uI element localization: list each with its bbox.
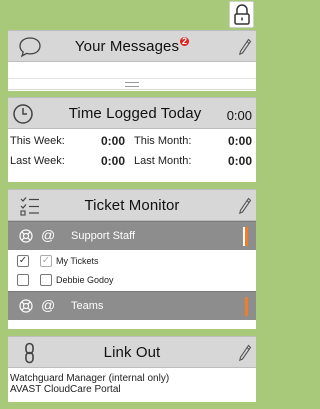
this-week-label: This Week: [10,135,65,147]
pencil-icon[interactable] [238,344,252,362]
pencil-icon[interactable] [238,38,252,56]
messages-list [8,62,256,90]
pencil-icon[interactable] [238,197,252,215]
group-indicator-orange [245,227,248,246]
this-week-value: 0:00 [101,134,126,148]
last-month-label: Last Month: [134,155,192,167]
lock-button[interactable] [229,1,254,28]
lifebuoy-icon [19,299,33,313]
resize-handle[interactable] [8,78,256,89]
my-tickets-sub-checkbox[interactable]: ✓ [40,255,52,267]
last-month-value: 0:00 [227,154,252,168]
group-teams-label: Teams [71,300,104,312]
this-month-label: This Month: [134,135,192,147]
time-row-previous: Last Week: 0:00 Last Month: 0:00 [8,149,256,169]
debbie-godoy-label: Debbie Godoy [56,275,114,285]
messages-title: Your Messages [74,37,180,55]
ticket-monitor-title: Ticket Monitor [84,196,180,214]
debbie-godoy-checkbox[interactable] [17,274,29,286]
group-teams[interactable]: @ Teams [8,291,256,320]
this-month-value: 0:00 [227,134,252,148]
link-out-title: Link Out [103,343,161,361]
ticket-monitor-panel: Ticket Monitor @ Support Staff ✓ ✓ My Ti… [8,189,256,329]
today-total: 0:00 [226,108,252,123]
messages-panel: Your Messages 2 [8,30,256,91]
messages-count-badge: 2 [180,35,190,46]
time-logged-panel: Time Logged Today 0:00 This Week: 0:00 T… [8,97,256,182]
link-out-header: Link Out [8,336,256,368]
link-watchguard-manager[interactable]: Watchguard Manager (internal only) [8,373,256,384]
time-logged-title: Time Logged Today [68,104,202,122]
last-week-value: 0:00 [101,154,126,168]
grip-icon [125,81,139,87]
link-out-panel: Link Out Watchguard Manager (internal on… [8,336,256,402]
messages-header: Your Messages 2 [8,30,256,62]
my-tickets-checkbox[interactable]: ✓ [17,255,29,267]
padlock-icon [233,3,250,25]
link-list: Watchguard Manager (internal only) AVAST… [8,368,256,395]
group-support-staff[interactable]: @ Support Staff [8,221,256,250]
at-sign-icon: @ [41,297,56,313]
my-tickets-label: My Tickets [56,256,99,266]
time-logged-header: Time Logged Today 0:00 [8,97,256,129]
time-row-current: This Week: 0:00 This Month: 0:00 [8,129,256,149]
group-support-staff-label: Support Staff [71,230,136,242]
group-indicator-orange [245,297,248,316]
at-sign-icon: @ [41,227,56,243]
debbie-godoy-sub-checkbox[interactable] [40,274,52,286]
ticket-row-debbie-godoy: Debbie Godoy [8,271,256,290]
lifebuoy-icon [19,229,33,243]
link-avast-cloudcare[interactable]: AVAST CloudCare Portal [8,384,256,395]
last-week-label: Last Week: [10,155,65,167]
ticket-row-my-tickets: ✓ ✓ My Tickets [8,252,256,271]
ticket-monitor-header: Ticket Monitor [8,189,256,221]
